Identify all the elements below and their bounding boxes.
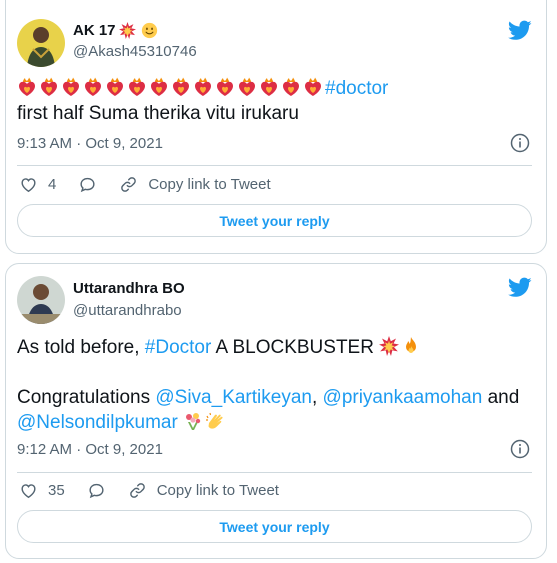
heart-on-fire-icon <box>127 77 147 97</box>
smile-icon <box>141 22 158 39</box>
timestamp[interactable]: 9:12 AM · Oct 9, 2021 <box>17 441 163 458</box>
heart-on-fire-emoji-row <box>17 78 325 99</box>
heart-on-fire-icon <box>149 77 169 97</box>
info-icon[interactable] <box>510 133 530 153</box>
tweet-your-reply-button[interactable]: Tweet your reply <box>17 510 532 543</box>
heart-on-fire-icon <box>171 77 191 97</box>
hashtag-link[interactable]: #Doctor <box>145 337 212 358</box>
tweet-text: #doctor first half Suma therika vitu iru… <box>17 78 389 124</box>
action-bar: 4 Copy link to Tweet <box>19 175 293 194</box>
mention-link[interactable]: @Nelsondilpkumar <box>17 412 178 433</box>
tweet-card[interactable]: Uttarandhra BO @uttarandhrabo As told be… <box>5 263 547 559</box>
tweet-card[interactable]: AK 17 @Akash45310746 #doctor first half … <box>5 0 547 254</box>
like-count: 35 <box>48 482 65 499</box>
author-name[interactable]: Uttarandhra BO <box>73 280 185 297</box>
tweet-your-reply-button[interactable]: Tweet your reply <box>17 204 532 237</box>
twitter-bird-icon[interactable] <box>508 275 532 299</box>
heart-on-fire-icon <box>61 77 81 97</box>
reply-button[interactable] <box>87 481 106 500</box>
twitter-bird-icon[interactable] <box>508 18 532 42</box>
avatar[interactable] <box>17 19 65 67</box>
clapping-hands-icon <box>205 411 225 431</box>
hashtag-link[interactable]: #doctor <box>325 78 388 99</box>
heart-on-fire-icon <box>193 77 213 97</box>
heart-on-fire-icon <box>259 77 279 97</box>
action-bar: 35 Copy link to Tweet <box>19 481 301 500</box>
copy-link-button[interactable]: Copy link to Tweet <box>128 481 279 500</box>
reply-bubble-icon <box>78 175 97 194</box>
mention-link[interactable]: @priyankaamohan <box>323 387 483 408</box>
heart-on-fire-icon <box>215 77 235 97</box>
tweet-text: As told before, #Doctor A BLOCKBUSTER Co… <box>17 336 520 433</box>
heart-icon <box>19 481 38 500</box>
timestamp[interactable]: 9:13 AM · Oct 9, 2021 <box>17 135 163 152</box>
info-icon[interactable] <box>510 439 530 459</box>
heart-on-fire-icon <box>83 77 103 97</box>
heart-on-fire-icon <box>17 77 37 97</box>
like-button[interactable]: 4 <box>19 175 56 194</box>
heart-on-fire-icon <box>105 77 125 97</box>
reply-button[interactable] <box>78 175 97 194</box>
author-handle[interactable]: @Akash45310746 <box>73 43 197 60</box>
copy-link-button[interactable]: Copy link to Tweet <box>119 175 271 194</box>
heart-on-fire-icon <box>237 77 257 97</box>
heart-on-fire-icon <box>281 77 301 97</box>
bouquet-icon <box>183 411 203 431</box>
link-icon <box>119 175 138 194</box>
like-button[interactable]: 35 <box>19 481 65 500</box>
fire-icon <box>401 336 421 356</box>
collision-icon <box>119 22 136 39</box>
mention-link[interactable]: @Siva_Kartikeyan <box>155 387 312 408</box>
like-count: 4 <box>48 176 57 193</box>
reply-bubble-icon <box>87 481 106 500</box>
avatar[interactable] <box>17 276 65 324</box>
divider <box>17 165 532 166</box>
author-name[interactable]: AK 17 <box>73 22 160 39</box>
heart-on-fire-icon <box>303 77 323 97</box>
heart-icon <box>19 175 38 194</box>
heart-on-fire-icon <box>39 77 59 97</box>
collision-icon <box>379 336 399 356</box>
author-handle[interactable]: @uttarandhrabo <box>73 302 182 319</box>
divider <box>17 472 532 473</box>
link-icon <box>128 481 147 500</box>
